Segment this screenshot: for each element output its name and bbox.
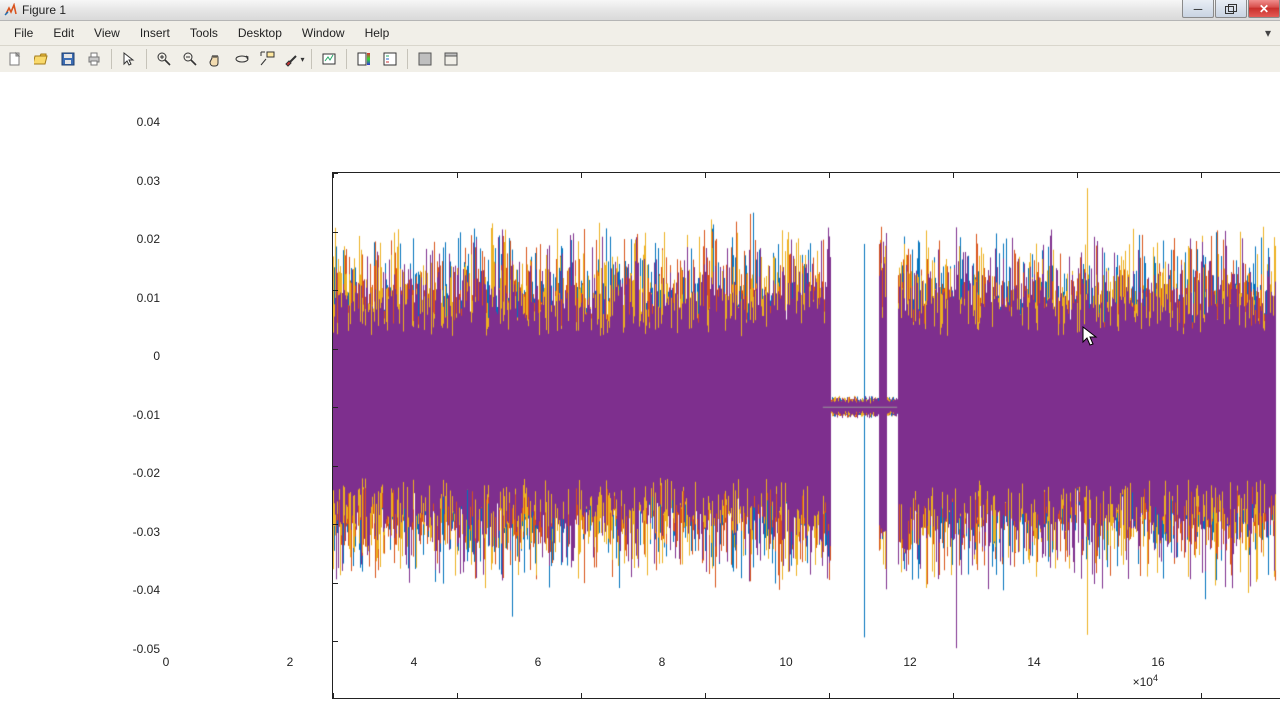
toolbar-separator [407,49,408,69]
pan-button[interactable] [204,47,228,71]
toolbar-separator [146,49,147,69]
close-button[interactable]: ✕ [1248,0,1280,18]
menu-insert[interactable]: Insert [130,21,180,45]
x-tick-label: 2 [287,655,294,669]
menu-edit[interactable]: Edit [43,21,84,45]
link-button[interactable] [317,47,341,71]
menubar-chevron-icon[interactable]: ▾ [1260,21,1276,45]
menu-view[interactable]: View [84,21,130,45]
toolbar-separator [346,49,347,69]
x-tick-label: 16 [1151,655,1164,669]
brush-button[interactable]: ▾ [282,47,306,71]
axes[interactable] [332,172,1280,699]
open-button[interactable] [30,47,54,71]
menu-tools[interactable]: Tools [180,21,228,45]
y-tick-label: -0.04 [112,583,160,597]
toolbar: ▾ [0,46,1280,73]
y-tick-label: 0.01 [112,291,160,305]
figure-window: Figure 1 ─ ✕ File Edit View Insert Tools… [0,0,1280,720]
legend-button[interactable] [378,47,402,71]
y-tick-label: 0 [112,349,160,363]
y-tick-label: -0.01 [112,408,160,422]
save-button[interactable] [56,47,80,71]
y-tick-label: 0.03 [112,174,160,188]
toolbar-separator [311,49,312,69]
minimize-button[interactable]: ─ [1182,0,1214,18]
toolbar-separator [111,49,112,69]
x-tick-label: 14 [1027,655,1040,669]
y-tick-label: -0.02 [112,466,160,480]
figure-canvas: ×104 -0.05 -0.04 -0.03 -0.02 -0.01 0 0.01 0.02 0… [0,72,1280,720]
hide-plot-tools-button[interactable] [413,47,437,71]
y-tick-label: -0.03 [112,525,160,539]
x-tick-label: 8 [659,655,666,669]
rotate3d-button[interactable] [230,47,254,71]
y-tick-label: 0.02 [112,232,160,246]
menu-desktop[interactable]: Desktop [228,21,292,45]
zoom-out-button[interactable] [178,47,202,71]
title-bar: Figure 1 ─ ✕ [0,0,1280,21]
window-controls: ─ ✕ [1181,0,1280,20]
menu-window[interactable]: Window [292,21,355,45]
zoom-in-button[interactable] [152,47,176,71]
x-axis-exponent: ×104 [1133,673,1158,689]
matlab-icon [4,3,18,17]
print-button[interactable] [82,47,106,71]
x-tick-label: 4 [411,655,418,669]
menu-bar: File Edit View Insert Tools Desktop Wind… [0,21,1280,46]
x-tick-label: 10 [779,655,792,669]
x-tick-label: 0 [163,655,170,669]
window-title: Figure 1 [22,3,66,17]
new-figure-button[interactable] [4,47,28,71]
y-tick-label: -0.05 [112,642,160,656]
x-tick-label: 6 [535,655,542,669]
data-cursor-button[interactable] [256,47,280,71]
menu-file[interactable]: File [4,21,43,45]
colorbar-button[interactable] [352,47,376,71]
signal-plot [333,173,1280,699]
dock-button[interactable] [439,47,463,71]
y-tick-label: 0.04 [112,115,160,129]
x-tick-label: 12 [903,655,916,669]
pointer-button[interactable] [117,47,141,71]
maximize-button[interactable] [1215,0,1247,18]
menu-help[interactable]: Help [355,21,400,45]
